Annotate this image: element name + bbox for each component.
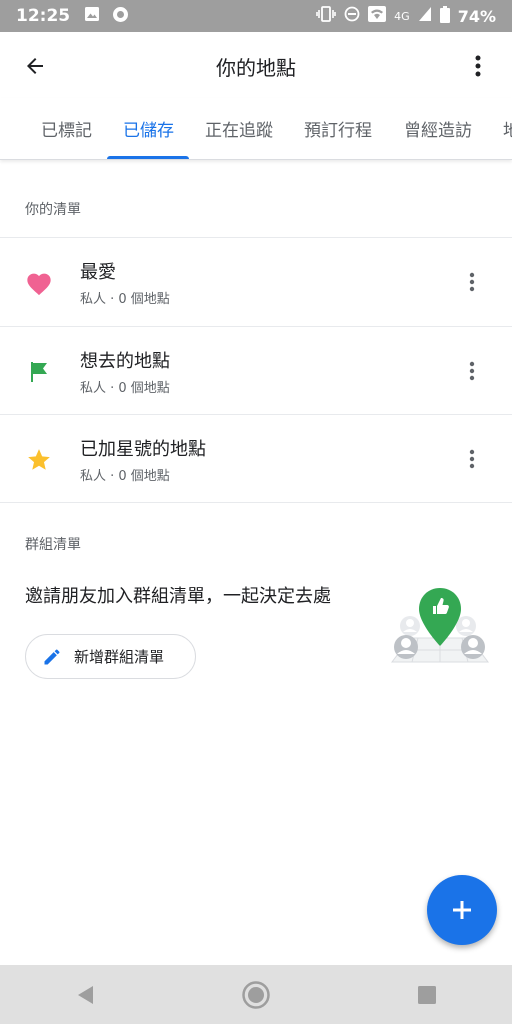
- plus-icon: [453, 901, 471, 919]
- nav-back-button[interactable]: [65, 975, 105, 1015]
- list-subtitle: 私人 · 0 個地點: [80, 381, 170, 396]
- pencil-icon: [44, 648, 60, 664]
- do-not-disturb-icon: [344, 6, 360, 26]
- tab-saved[interactable]: 已儲存: [123, 98, 174, 159]
- gallery-notification-icon: [84, 6, 100, 26]
- nav-home-button[interactable]: [236, 975, 276, 1015]
- tab-visited[interactable]: 曾經造訪: [404, 98, 472, 159]
- list-title: 已加星號的地點: [80, 439, 206, 460]
- battery-percent: 74%: [457, 6, 496, 26]
- triangle-back-icon: [78, 985, 94, 1004]
- record-notification-icon: [112, 6, 129, 27]
- list-subtitle: 私人 · 0 個地點: [80, 469, 170, 484]
- more-vert-icon: [469, 361, 475, 381]
- list-item-starred[interactable]: 已加星號的地點 私人 · 0 個地點: [0, 414, 512, 502]
- page-title: 你的地點: [216, 56, 296, 80]
- list-more-button[interactable]: [460, 445, 484, 473]
- status-bar: 12:25 4G 74%: [0, 0, 512, 32]
- list-item-favorites[interactable]: 最愛 私人 · 0 個地點: [0, 237, 512, 325]
- circle-home-icon: [242, 980, 270, 1009]
- signal-icon: [418, 6, 432, 26]
- battery-icon: [439, 5, 450, 27]
- section-divider: [0, 502, 512, 503]
- wifi-icon: [368, 6, 387, 26]
- tab-maps[interactable]: 地: [503, 98, 512, 159]
- list-more-button[interactable]: [460, 357, 484, 385]
- vibrate-icon: [316, 6, 336, 26]
- nav-recents-button[interactable]: [407, 975, 447, 1015]
- more-vert-icon: [475, 55, 481, 77]
- your-lists-header: 你的清單: [25, 202, 81, 218]
- group-lists-header: 群組清單: [25, 537, 81, 553]
- active-tab-indicator: [107, 156, 189, 159]
- list-more-button[interactable]: [460, 268, 484, 296]
- system-nav-bar: [0, 965, 512, 1024]
- flag-icon: [24, 357, 54, 387]
- more-options-button[interactable]: [466, 49, 490, 83]
- add-list-fab[interactable]: [427, 875, 497, 945]
- tab-following[interactable]: 正在追蹤: [205, 98, 273, 159]
- list-title: 最愛: [80, 262, 116, 283]
- list-title: 想去的地點: [80, 351, 170, 372]
- star-icon: [24, 445, 54, 475]
- group-list-illustration: [388, 584, 492, 674]
- network-type: 4G: [394, 9, 410, 23]
- list-item-want-to-go[interactable]: 想去的地點 私人 · 0 個地點: [0, 326, 512, 414]
- more-vert-icon: [469, 272, 475, 292]
- status-time: 12:25: [16, 6, 71, 26]
- list-subtitle: 私人 · 0 個地點: [80, 292, 170, 307]
- app-bar: 你的地點: [0, 32, 512, 98]
- tab-labeled[interactable]: 已標記: [41, 98, 92, 159]
- heart-icon: [24, 268, 54, 298]
- more-vert-icon: [469, 449, 475, 469]
- group-lists-promo-text: 邀請朋友加入群組清單，一起決定去處: [25, 586, 331, 607]
- new-group-list-label: 新增群組清單: [74, 648, 165, 666]
- new-group-list-button[interactable]: 新增群組清單: [25, 634, 196, 679]
- square-recents-icon: [417, 985, 436, 1004]
- tab-reservations[interactable]: 預訂行程: [304, 98, 372, 159]
- tab-bar: 已標記 已儲存 正在追蹤 預訂行程 曾經造訪 地: [0, 98, 512, 160]
